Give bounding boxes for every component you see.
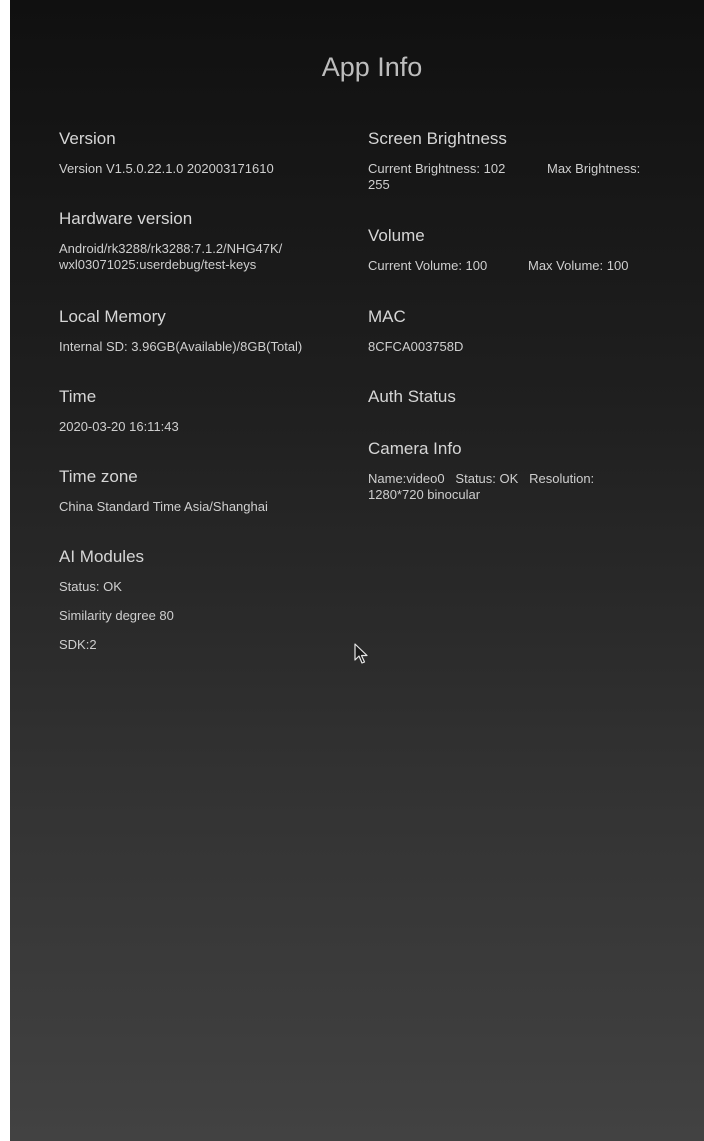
camera-section: Camera Info Name:video0 Status: OK Resol…: [368, 439, 668, 503]
volume-row: Current Volume: 100 Max Volume: 100: [368, 258, 668, 274]
app-info-screen: App Info Version Version V1.5.0.22.1.0 2…: [10, 0, 704, 1141]
brightness-heading: Screen Brightness: [368, 129, 507, 148]
mac-heading: MAC: [368, 307, 406, 326]
mac-value: 8CFCA003758D: [368, 339, 464, 354]
mac-section: MAC 8CFCA003758D: [368, 307, 668, 355]
version-value: Version V1.5.0.22.1.0 202003171610: [59, 161, 274, 176]
ai-sdk-value: SDK:2: [59, 637, 97, 652]
timezone-section: Time zone China Standard Time Asia/Shang…: [59, 467, 349, 515]
max-brightness-label: Max Brightness:: [547, 161, 641, 176]
page-title: App Info: [321, 52, 423, 82]
auth-status-section: Auth Status: [368, 387, 668, 407]
ai-status-value: Status: OK: [59, 579, 122, 594]
memory-value: Internal SD: 3.96GB(Available)/8GB(Total…: [59, 339, 303, 354]
current-brightness-value: Current Brightness: 102: [368, 161, 506, 176]
hardware-value-line2: wxl03071025:userdebug/test-keys: [59, 257, 257, 272]
auth-status-heading: Auth Status: [368, 387, 456, 406]
camera-heading: Camera Info: [368, 439, 462, 458]
time-heading: Time: [59, 387, 97, 406]
ai-similarity-value: Similarity degree 80: [59, 608, 174, 623]
memory-heading: Local Memory: [59, 307, 166, 326]
ai-modules-section: AI Modules Status: OK Similarity degree …: [59, 547, 349, 653]
version-heading: Version: [59, 129, 116, 148]
memory-section: Local Memory Internal SD: 3.96GB(Availab…: [59, 307, 349, 355]
hardware-value-line1: Android/rk3288/rk3288:7.1.2/NHG47K/: [59, 241, 283, 256]
camera-value-line2: 1280*720 binocular: [368, 487, 481, 502]
max-brightness-value: 255: [368, 177, 390, 192]
timezone-heading: Time zone: [59, 467, 138, 486]
hardware-heading: Hardware version: [59, 209, 193, 228]
ai-modules-heading: AI Modules: [59, 547, 145, 566]
version-section: Version Version V1.5.0.22.1.0 2020031716…: [59, 129, 349, 177]
current-volume-value: Current Volume: 100: [368, 258, 488, 273]
time-section: Time 2020-03-20 16:11:43: [59, 387, 349, 435]
max-volume-value: Max Volume: 100: [528, 258, 629, 273]
camera-value-line1: Name:video0 Status: OK Resolution:: [368, 471, 595, 486]
mouse-pointer-icon: [354, 643, 368, 664]
brightness-row: Current Brightness: 102 Max Brightness:: [368, 161, 668, 177]
volume-heading: Volume: [368, 226, 425, 245]
timezone-value: China Standard Time Asia/Shanghai: [59, 499, 268, 514]
time-value: 2020-03-20 16:11:43: [59, 419, 179, 434]
hardware-section: Hardware version Android/rk3288/rk3288:7…: [59, 209, 349, 273]
volume-section: Volume Current Volume: 100 Max Volume: 1…: [368, 226, 668, 274]
brightness-section: Screen Brightness Current Brightness: 10…: [368, 129, 668, 193]
